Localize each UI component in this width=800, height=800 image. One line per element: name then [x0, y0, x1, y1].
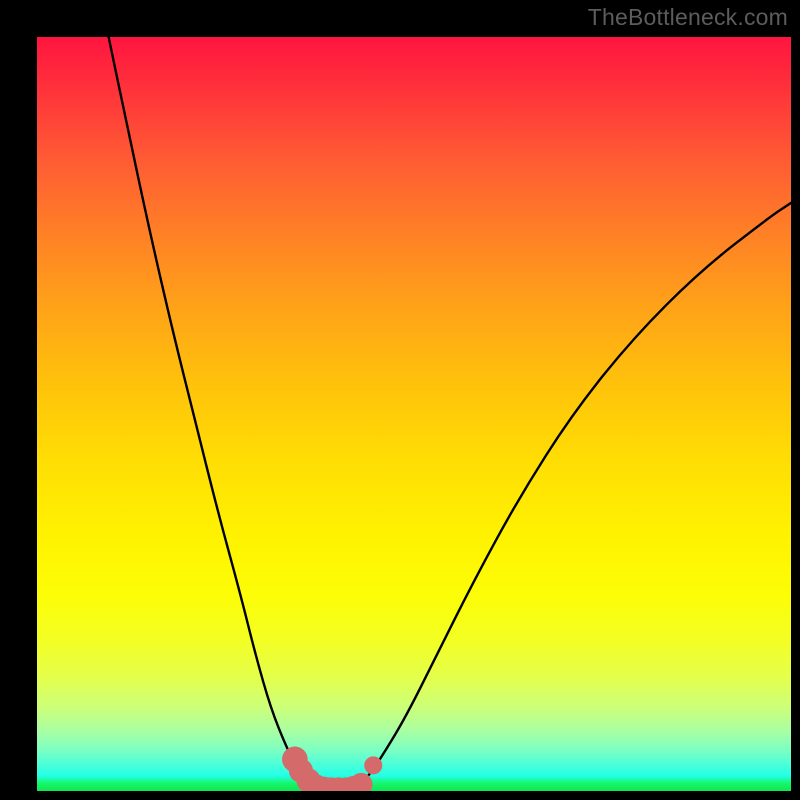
valley-marker: [364, 756, 382, 774]
chart-svg: [37, 37, 791, 791]
curve-left-curve: [109, 37, 316, 791]
plot-area: [37, 37, 791, 791]
curve-right-curve: [354, 203, 791, 791]
chart-frame: TheBottleneck.com: [0, 0, 800, 800]
watermark-text: TheBottleneck.com: [588, 4, 788, 31]
